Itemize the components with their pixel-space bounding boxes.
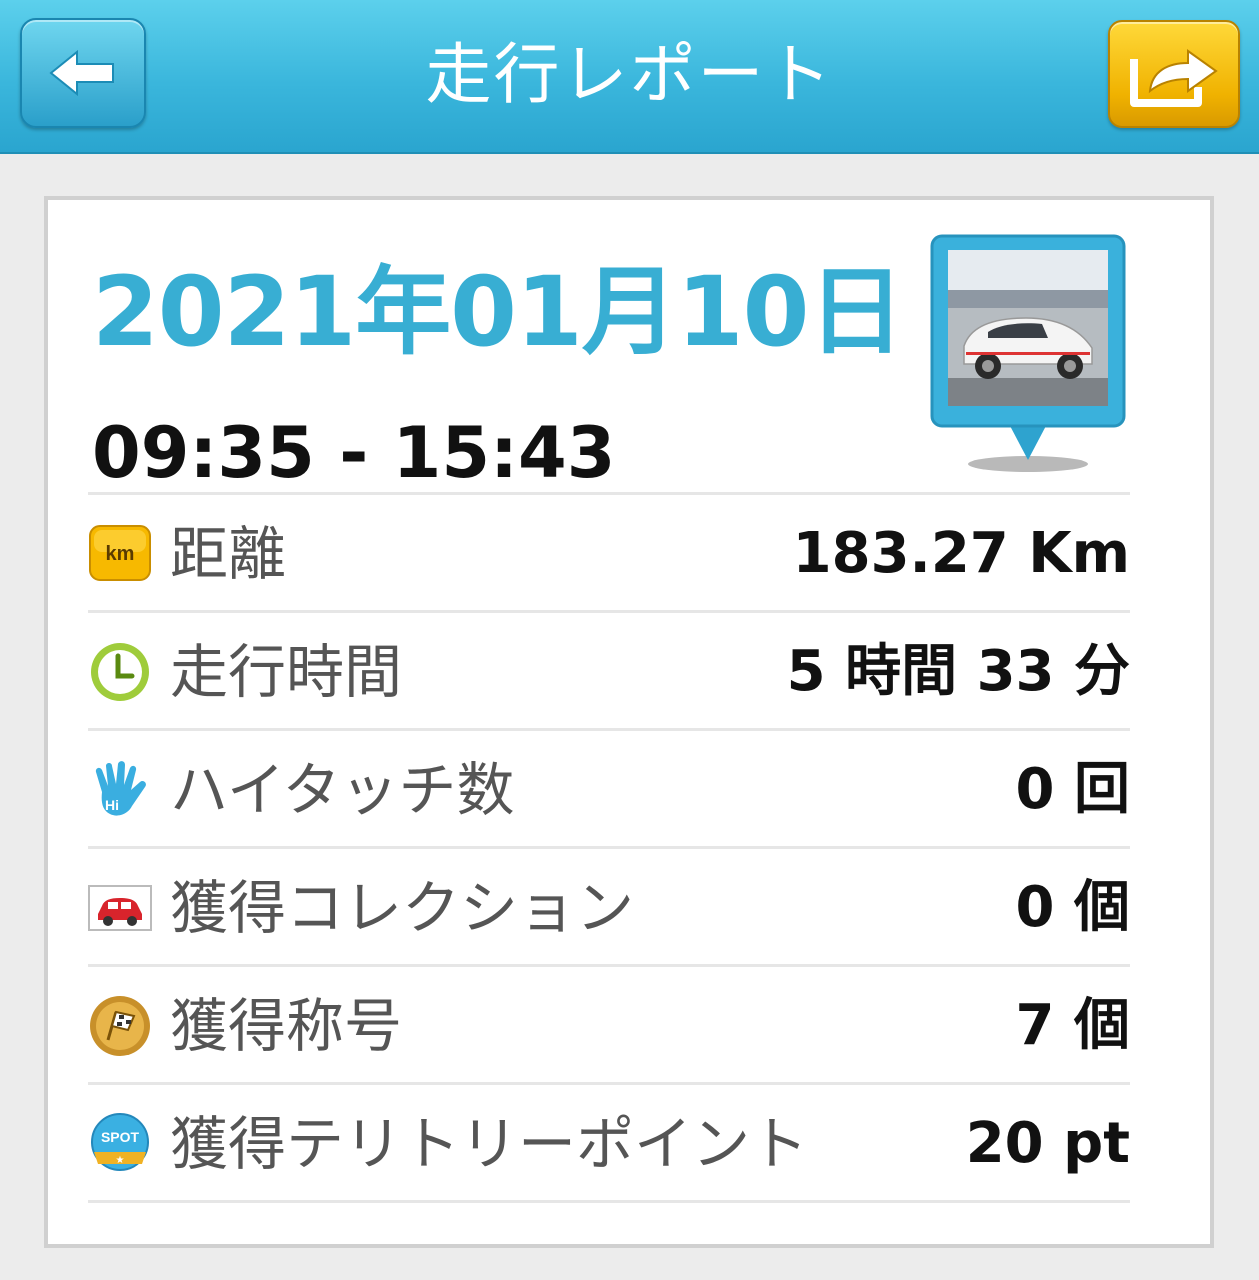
stat-value: 20 pt xyxy=(965,1111,1130,1176)
stat-label: 走行時間 xyxy=(170,638,403,706)
svg-text:★: ★ xyxy=(116,1155,125,1166)
share-arrow-icon xyxy=(1130,49,1218,107)
stat-label: 獲得コレクション xyxy=(170,874,635,942)
report-time-range: 09:35 - 15:43 xyxy=(92,412,616,494)
svg-text:Hi: Hi xyxy=(105,797,119,813)
report-card: 2021年01月10日 09:35 - 15:43 km 距離 183.27 K… xyxy=(44,196,1214,1248)
back-button[interactable] xyxy=(20,18,146,128)
spot-badge-icon: SPOT ★ xyxy=(91,1113,149,1171)
stat-label: 獲得テリトリーポイント xyxy=(170,1110,809,1178)
stat-label: 獲得称号 xyxy=(170,992,403,1060)
report-date: 2021年01月10日 xyxy=(92,256,904,368)
stat-row-distance: km 距離 183.27 Km xyxy=(88,495,1130,613)
stat-value: 5 時間 33 分 xyxy=(786,639,1130,704)
stat-value: 0 回 xyxy=(1015,757,1130,822)
arrow-left-icon xyxy=(49,49,114,97)
high-five-hand-icon: Hi xyxy=(95,761,146,816)
app-header: 走行レポート xyxy=(0,0,1259,154)
gold-medal-flag-icon xyxy=(90,996,150,1056)
stat-row-territory-points: SPOT ★ 獲得テリトリーポイント 20 pt xyxy=(88,1085,1130,1203)
photo-pin[interactable] xyxy=(930,234,1126,474)
stat-label: ハイタッチ数 xyxy=(170,756,515,824)
stats-list: km 距離 183.27 Km 走行時間 5 時間 33 分 Hi ハイタッチ数… xyxy=(88,492,1130,1203)
stat-value: 7 個 xyxy=(1015,993,1130,1058)
svg-text:km: km xyxy=(106,543,135,565)
stat-value: 0 個 xyxy=(1015,875,1130,940)
stat-label: 距離 xyxy=(170,520,287,588)
share-button[interactable] xyxy=(1108,20,1240,128)
stat-row-titles: 獲得称号 7 個 xyxy=(88,967,1130,1085)
stat-row-drive-time: 走行時間 5 時間 33 分 xyxy=(88,613,1130,731)
stat-row-high-touch: Hi ハイタッチ数 0 回 xyxy=(88,731,1130,849)
photo-thumbnail xyxy=(930,234,1126,472)
red-car-card-icon xyxy=(88,885,152,931)
stat-row-collection: 獲得コレクション 0 個 xyxy=(88,849,1130,967)
stat-value: 183.27 Km xyxy=(792,521,1130,586)
page-title: 走行レポート xyxy=(425,36,834,113)
svg-text:SPOT: SPOT xyxy=(101,1129,140,1145)
km-badge-icon: km xyxy=(89,525,151,581)
clock-icon xyxy=(91,643,149,701)
